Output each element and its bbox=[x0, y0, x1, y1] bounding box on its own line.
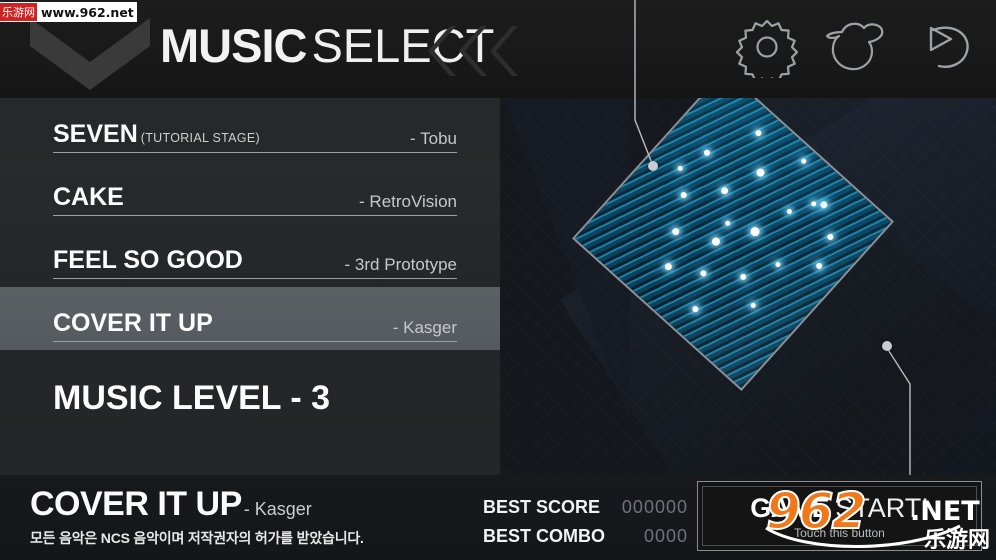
settings-gear-icon bbox=[736, 19, 798, 78]
best-score-label: BEST SCORE bbox=[483, 497, 601, 517]
header-chevron-decor bbox=[30, 18, 150, 90]
game-start-label-bold: GAME bbox=[750, 492, 830, 523]
best-score-value: 000000 bbox=[621, 497, 688, 517]
now-playing-artist: - Kasger bbox=[243, 499, 312, 519]
best-combo-value: 0000 bbox=[643, 526, 688, 546]
song-title: CAKE bbox=[53, 183, 124, 211]
song-list-item[interactable]: SEVEN (TUTORIAL STAGE) - Tobu bbox=[0, 98, 500, 161]
connector-dot-top bbox=[648, 161, 658, 171]
page-title-bold: MUSIC bbox=[160, 19, 307, 72]
song-artist: - 3rd Prototype bbox=[344, 255, 457, 274]
connector-line-top bbox=[634, 0, 654, 167]
music-level-label: MUSIC LEVEL - 3 bbox=[53, 378, 331, 417]
character-button[interactable] bbox=[820, 12, 890, 82]
watermark-top-url: www.962.net bbox=[41, 4, 134, 20]
best-combo-label: BEST COMBO bbox=[483, 526, 606, 546]
song-list-item-selected[interactable]: COVER IT UP - Kasger bbox=[0, 287, 500, 350]
header-chevron-triple bbox=[428, 26, 518, 76]
now-playing-info: COVER IT UP - Kasger 모든 음악은 NCS 음악이며 저작권… bbox=[30, 485, 364, 548]
settings-button[interactable] bbox=[732, 12, 802, 82]
chevron-left-icon bbox=[459, 26, 487, 76]
song-list-item[interactable]: FEEL SO GOOD - 3rd Prototype bbox=[0, 224, 500, 287]
best-combo-row: BEST COMBO 0000 bbox=[483, 526, 688, 555]
copyright-notice: 모든 음악은 NCS 음악이며 저작권자의 허가를 받았습니다. bbox=[30, 530, 364, 546]
back-undo-arrow-icon bbox=[929, 26, 969, 68]
back-button[interactable] bbox=[908, 12, 978, 82]
game-start-button[interactable]: GAME START! Touch this button bbox=[697, 481, 982, 551]
watermark-top-cn: 乐游网 bbox=[0, 3, 37, 21]
game-start-subtitle: Touch this button bbox=[794, 525, 885, 540]
header-icon-group bbox=[732, 12, 978, 82]
song-title: COVER IT UP bbox=[53, 309, 213, 337]
connector-line-bottom bbox=[886, 347, 911, 484]
song-artist: - RetroVision bbox=[359, 192, 457, 211]
now-playing-title: COVER IT UP bbox=[30, 485, 242, 523]
song-list-item[interactable]: CAKE - RetroVision bbox=[0, 161, 500, 224]
connector-dot-bottom bbox=[882, 341, 892, 351]
music-select-screen: MUSIC SELECT SEVEN (TUTORIAL STAGE) - To… bbox=[0, 0, 996, 560]
song-title: FEEL SO GOOD bbox=[53, 246, 243, 274]
chevron-left-icon bbox=[428, 26, 456, 76]
song-artist: - Kasger bbox=[392, 318, 457, 337]
character-ghost-icon bbox=[825, 22, 884, 71]
song-artist: - Tobu bbox=[410, 129, 457, 148]
song-title: SEVEN bbox=[53, 120, 138, 148]
score-panel: BEST SCORE 000000 BEST COMBO 0000 bbox=[483, 497, 688, 555]
song-subtitle: (TUTORIAL STAGE) bbox=[140, 131, 260, 145]
best-score-row: BEST SCORE 000000 bbox=[483, 497, 688, 526]
game-start-label-light: START! bbox=[835, 492, 929, 523]
song-list-panel: SEVEN (TUTORIAL STAGE) - Tobu CAKE - Ret… bbox=[0, 98, 500, 475]
watermark-top: 乐游网 www.962.net bbox=[0, 2, 137, 22]
header-bar: MUSIC SELECT bbox=[0, 0, 996, 98]
chevron-left-icon bbox=[490, 26, 518, 76]
music-level-row: MUSIC LEVEL - 3 bbox=[0, 350, 500, 446]
chevron-down-icon bbox=[30, 18, 150, 90]
